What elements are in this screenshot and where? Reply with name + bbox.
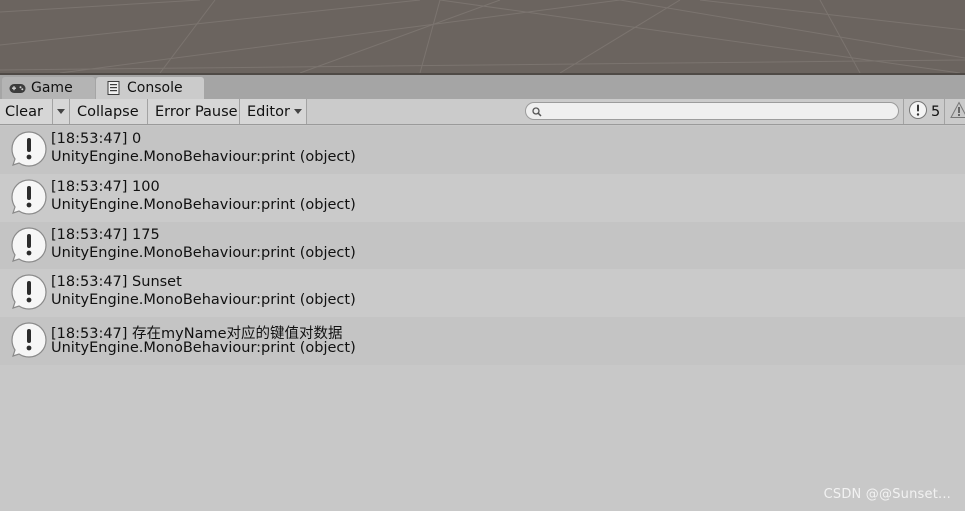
gamepad-icon	[8, 81, 26, 95]
log-message: [18:53:47] Sunset	[51, 274, 182, 290]
tab-console-label: Console	[127, 80, 183, 96]
log-stack: UnityEngine.MonoBehaviour:print (object)	[51, 245, 356, 261]
info-bubble-icon	[11, 322, 47, 358]
log-entry[interactable]: [18:53:47] Sunset UnityEngine.MonoBehavi…	[0, 269, 965, 317]
console-log-list[interactable]: [18:53:47] 0 UnityEngine.MonoBehaviour:p…	[0, 126, 965, 511]
error-pause-toggle[interactable]: Error Pause	[148, 99, 240, 124]
info-bubble-icon	[11, 274, 47, 310]
collapse-label: Collapse	[77, 103, 139, 120]
console-toolbar: Clear Collapse Error Pause Editor 5	[0, 99, 965, 125]
log-stack: UnityEngine.MonoBehaviour:print (object)	[51, 292, 356, 308]
tab-game-label: Game	[31, 80, 73, 96]
chevron-down-icon	[293, 109, 302, 114]
clear-options-dropdown[interactable]	[53, 99, 70, 124]
watermark: CSDN @@Sunset...	[823, 487, 951, 502]
chevron-down-icon	[57, 109, 65, 114]
clear-button[interactable]: Clear	[0, 99, 53, 124]
collapse-toggle[interactable]: Collapse	[70, 99, 148, 124]
log-entry[interactable]: [18:53:47] 175 UnityEngine.MonoBehaviour…	[0, 222, 965, 270]
unity-editor-window: Game Console Clear Collapse Error Pause …	[0, 0, 965, 511]
log-entry[interactable]: [18:53:47] 0 UnityEngine.MonoBehaviour:p…	[0, 126, 965, 174]
log-stack: UnityEngine.MonoBehaviour:print (object)	[51, 340, 356, 356]
editor-label: Editor	[247, 103, 290, 120]
error-pause-label: Error Pause	[155, 103, 238, 120]
tab-game[interactable]: Game	[2, 77, 95, 99]
info-bubble-icon	[11, 179, 47, 215]
search-field[interactable]	[525, 102, 899, 120]
search-icon	[532, 102, 542, 121]
log-entry[interactable]: [18:53:47] 100 UnityEngine.MonoBehaviour…	[0, 174, 965, 222]
info-icon	[908, 100, 928, 124]
log-message: [18:53:47] 175	[51, 227, 160, 243]
info-bubble-icon	[11, 131, 47, 167]
editor-dropdown[interactable]: Editor	[240, 99, 307, 124]
log-entry[interactable]: [18:53:47] 存在myName对应的键值对数据 UnityEngine.…	[0, 317, 965, 365]
info-messages-toggle[interactable]: 5	[903, 99, 943, 124]
warning-icon	[950, 100, 965, 123]
tab-console[interactable]: Console	[96, 77, 204, 99]
clear-label: Clear	[5, 103, 43, 120]
scene-grid	[0, 0, 965, 73]
warning-messages-toggle[interactable]	[944, 99, 965, 124]
log-stack: UnityEngine.MonoBehaviour:print (object)	[51, 197, 356, 213]
log-message: [18:53:47] 100	[51, 179, 160, 195]
info-count: 5	[931, 103, 941, 120]
search-input[interactable]	[546, 104, 886, 118]
log-message: [18:53:47] 0	[51, 131, 142, 147]
tab-bar: Game Console	[0, 75, 965, 99]
scene-view[interactable]	[0, 0, 965, 73]
console-icon	[104, 81, 122, 95]
log-stack: UnityEngine.MonoBehaviour:print (object)	[51, 149, 356, 165]
info-bubble-icon	[11, 227, 47, 263]
